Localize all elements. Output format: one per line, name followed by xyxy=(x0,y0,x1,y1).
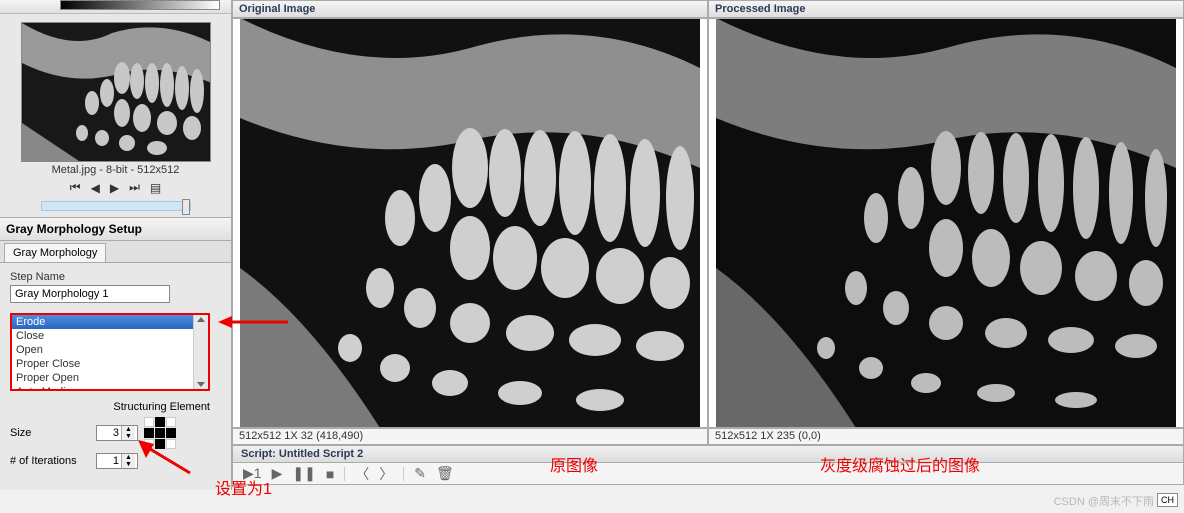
struct-element-label: Structuring Element xyxy=(10,401,210,413)
form-area: Step Name Erode Close Open Proper Close … xyxy=(0,263,231,477)
operation-listbox[interactable]: Erode Close Open Proper Close Proper Ope… xyxy=(10,313,210,391)
edit-button[interactable]: ✎ xyxy=(414,465,426,482)
iter-down[interactable]: ▼ xyxy=(122,461,135,468)
size-up[interactable]: ▲ xyxy=(122,426,135,433)
last-button[interactable]: ⏭ xyxy=(129,180,140,195)
playback-controls: ⏮ ◀ ▶ ⏭ ▤ xyxy=(21,180,211,195)
list-item-proper-open[interactable]: Proper Open xyxy=(12,371,208,385)
processed-image-view[interactable] xyxy=(708,18,1184,428)
thumbnail-section: Metal.jpg - 8-bit - 512x512 ⏮ ◀ ▶ ⏭ ▤ xyxy=(21,22,211,211)
original-status: 512x512 1X 32 (418,490) xyxy=(232,428,708,445)
delete-button[interactable]: 🗑 xyxy=(436,465,454,482)
setup-title: Gray Morphology Setup xyxy=(0,217,231,241)
thumbnail-image[interactable] xyxy=(21,22,211,162)
list-item-close[interactable]: Close xyxy=(12,329,208,343)
iterations-label: # of Iterations xyxy=(10,455,90,467)
original-image-header: Original Image xyxy=(232,0,708,18)
playlist-icon[interactable]: ▤ xyxy=(150,181,161,195)
processed-image-header: Processed Image xyxy=(708,0,1184,18)
pause-button[interactable]: ❚❚ xyxy=(292,465,315,482)
main-area: Original Image Processed Image xyxy=(232,0,1184,445)
iter-up[interactable]: ▲ xyxy=(122,454,135,461)
list-item-open[interactable]: Open xyxy=(12,343,208,357)
tab-row: Gray Morphology xyxy=(0,241,231,263)
struct-element-grid[interactable] xyxy=(144,417,176,449)
tab-gray-morphology[interactable]: Gray Morphology xyxy=(4,243,106,262)
play-button[interactable]: ▶ xyxy=(110,181,119,195)
listbox-scrollbar[interactable] xyxy=(193,315,208,389)
list-item-auto-median[interactable]: Auto Median xyxy=(12,385,208,391)
lut-gradient[interactable] xyxy=(60,0,220,10)
iterations-spinner[interactable]: ▲▼ xyxy=(96,453,138,469)
run-once-button[interactable]: ▶1 xyxy=(243,465,262,482)
ch-badge: CH xyxy=(1157,493,1178,507)
prev-button[interactable]: ◀ xyxy=(91,181,100,195)
list-item-erode[interactable]: Erode xyxy=(12,315,208,329)
size-input[interactable] xyxy=(97,426,121,440)
step-name-label: Step Name xyxy=(10,271,221,283)
stop-button[interactable]: ■ xyxy=(326,466,334,482)
processed-status: 512x512 1X 235 (0,0) xyxy=(708,428,1184,445)
thumbnail-caption: Metal.jpg - 8-bit - 512x512 xyxy=(21,164,211,176)
step-name-input[interactable] xyxy=(10,285,170,303)
watermark: CSDN @周末不下雨 xyxy=(1054,493,1154,509)
size-spinner[interactable]: ▲▼ xyxy=(96,425,138,441)
frame-slider[interactable] xyxy=(41,201,191,211)
script-toolbar: ▶1 ▶ ❚❚ ■ 〈 〉 ✎ 🗑 xyxy=(232,463,1184,485)
prev-step-button[interactable]: 〈 xyxy=(355,464,369,484)
run-button[interactable]: ▶ xyxy=(272,465,283,482)
script-bar: Script: Untitled Script 2 ▶1 ▶ ❚❚ ■ 〈 〉 … xyxy=(232,445,1184,485)
first-button[interactable]: ⏮ xyxy=(70,180,81,195)
list-item-proper-close[interactable]: Proper Close xyxy=(12,357,208,371)
original-image-view[interactable] xyxy=(232,18,708,428)
next-step-button[interactable]: 〉 xyxy=(379,464,393,484)
slider-thumb[interactable] xyxy=(182,199,190,215)
script-title: Script: Untitled Script 2 xyxy=(232,445,1184,463)
top-toolbar xyxy=(0,0,231,14)
left-panel: Metal.jpg - 8-bit - 512x512 ⏮ ◀ ▶ ⏭ ▤ Gr… xyxy=(0,0,232,490)
size-label: Size xyxy=(10,427,90,439)
size-down[interactable]: ▼ xyxy=(122,433,135,440)
iterations-input[interactable] xyxy=(97,454,121,468)
